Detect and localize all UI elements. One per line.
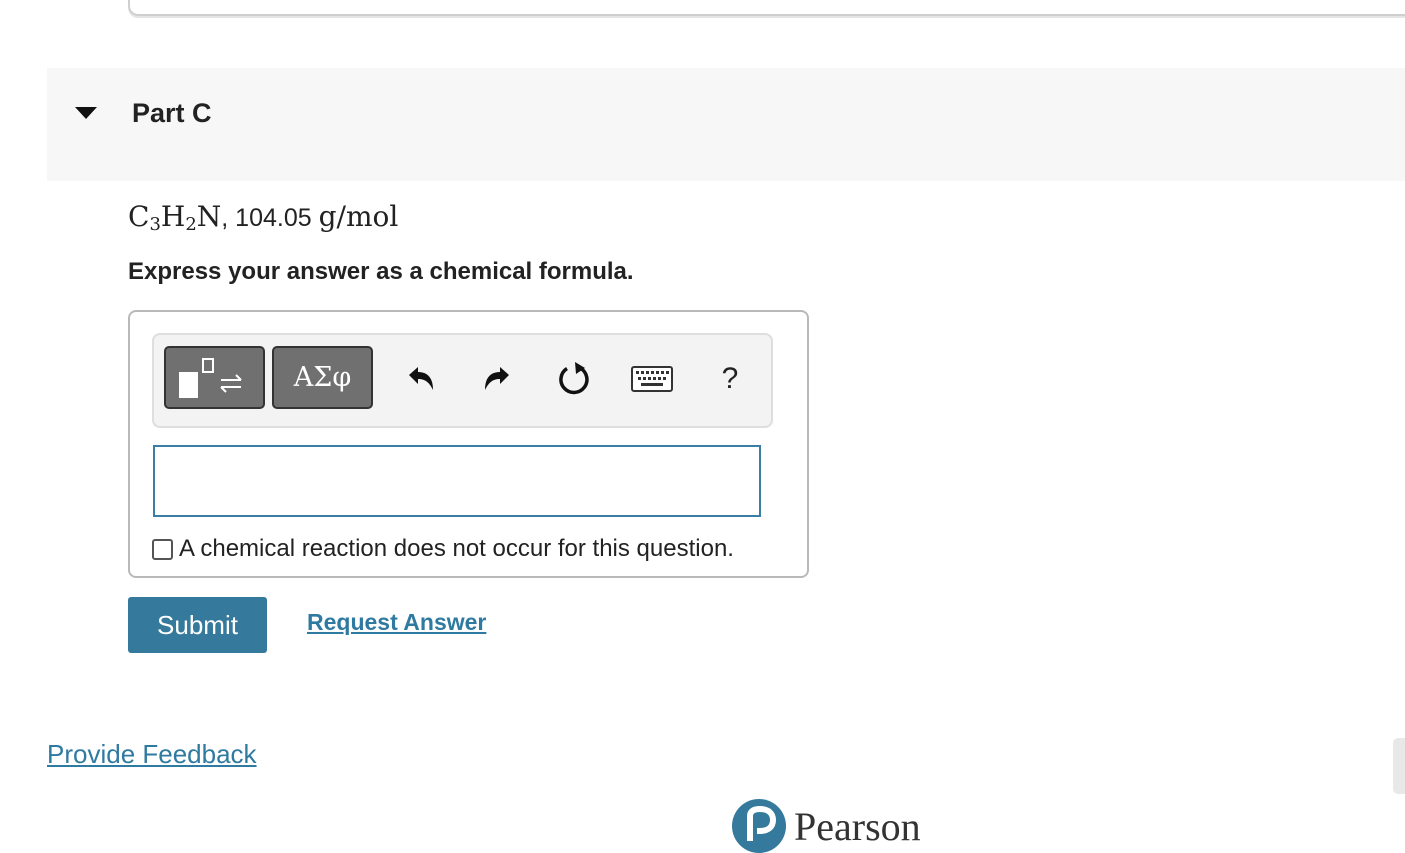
answer-input[interactable]	[153, 445, 761, 517]
reset-icon[interactable]	[554, 359, 594, 399]
part-header[interactable]	[47, 68, 1405, 181]
submit-button[interactable]: Submit	[128, 597, 267, 653]
math-toolbar: ΑΣφ ?	[152, 333, 773, 428]
previous-part-card	[128, 0, 1405, 16]
request-answer-link[interactable]: Request Answer	[307, 609, 486, 636]
pearson-wordmark: Pearson	[794, 804, 921, 849]
no-reaction-label[interactable]: A chemical reaction does not occur for t…	[179, 535, 734, 563]
no-reaction-checkbox[interactable]	[152, 538, 173, 560]
templates-button[interactable]	[164, 346, 265, 409]
help-button[interactable]: ?	[710, 359, 750, 399]
molar-mass-unit: g/mol	[318, 200, 399, 233]
formula-separator: ,	[221, 204, 236, 232]
answer-instruction: Express your answer as a chemical formul…	[128, 258, 634, 285]
templates-arrows-icon	[178, 357, 242, 398]
chemical-formula: C3H2N	[128, 200, 222, 235]
answer-panel: ΑΣφ ? A chemical reaction does not occur…	[128, 310, 809, 578]
keyboard-icon[interactable]	[630, 359, 674, 399]
question-formula: C3H2N, 104.05 g/mol	[128, 200, 398, 235]
no-reaction-option[interactable]: A chemical reaction does not occur for t…	[152, 535, 734, 563]
greek-symbols-button[interactable]: ΑΣφ	[272, 346, 373, 409]
collapse-triangle-icon[interactable]	[75, 107, 97, 119]
redo-icon[interactable]	[478, 359, 518, 399]
pearson-logo: Pearson	[732, 799, 921, 853]
undo-icon[interactable]	[400, 359, 440, 399]
provide-feedback-link[interactable]: Provide Feedback	[47, 739, 257, 770]
part-title: Part C	[132, 98, 212, 128]
molar-mass-value: 104.05	[235, 204, 312, 232]
scroll-handle[interactable]	[1393, 738, 1405, 794]
pearson-logo-icon	[732, 799, 786, 853]
